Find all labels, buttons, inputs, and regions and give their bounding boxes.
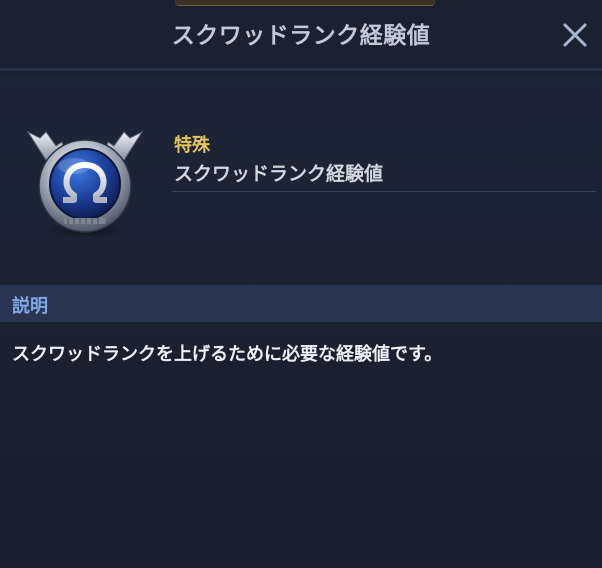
item-icon: [26, 118, 144, 242]
close-icon: [563, 23, 587, 47]
page-title: スクワッドランク経験値: [171, 23, 431, 49]
close-button[interactable]: [558, 18, 592, 52]
item-divider: [172, 191, 596, 192]
description-section-label: 説明: [12, 296, 48, 317]
description-section-header: [0, 285, 602, 322]
item-description: スクワッドランクを上げるために必要な経験値です。: [12, 344, 443, 365]
item-detail-panel: スクワッドランク経験値 特殊 スクワッドランク経験値 説明 スクワッドランクを上…: [0, 0, 602, 568]
top-notch-decoration: [175, 0, 435, 6]
omega-winged-emblem-icon: [26, 130, 144, 238]
header-divider: [0, 68, 602, 79]
item-name: スクワッドランク経験値: [174, 163, 384, 185]
item-category: 特殊: [174, 135, 210, 156]
